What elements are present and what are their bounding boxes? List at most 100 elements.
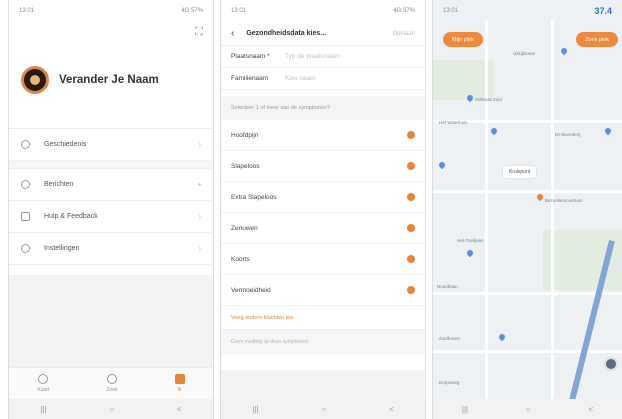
menu-item-label: Instellingen: [44, 245, 80, 252]
place-name-field[interactable]: Plaatsnaam * Typ de plaatsnaam: [221, 46, 425, 68]
selected-indicator-icon[interactable]: [407, 193, 415, 201]
profile-name[interactable]: Verander Je Naam: [59, 74, 159, 86]
field-placeholder[interactable]: Typ de plaatsnaam: [285, 53, 340, 60]
expand-icon[interactable]: ⛶: [195, 26, 203, 39]
search-place-button[interactable]: Zoek plek: [576, 32, 618, 47]
map-place-label: Dorpsweg: [439, 380, 460, 385]
status-bar: 13:01 4G 57%: [221, 0, 425, 22]
back-arrow-icon[interactable]: ‹: [231, 28, 234, 39]
menu-item-label: Hulp & Feedback: [44, 213, 98, 220]
profile-header[interactable]: Verander Je Naam: [9, 66, 213, 94]
map-tooltip[interactable]: Kruispunt: [503, 166, 537, 178]
my-location-button[interactable]: Mijn plek: [443, 32, 483, 47]
map-pin[interactable]: [603, 126, 613, 136]
menu-item-messages[interactable]: Berichten •: [9, 169, 213, 201]
profile-menu: Geschiedenis › Berichten • Hulp & Feedba…: [9, 128, 213, 265]
status-time: 13:01: [443, 8, 459, 14]
map-place-label: Noordlaan: [437, 284, 458, 289]
recents-button[interactable]: |||: [40, 405, 46, 414]
map-road: [433, 190, 622, 193]
family-name-field[interactable]: Familienaam Kies naam: [221, 68, 425, 90]
tab-map[interactable]: Kaart: [37, 374, 49, 393]
map-place-label: Het Waterhuis: [439, 120, 468, 125]
save-button[interactable]: Opslaan: [393, 31, 415, 37]
status-bar: 13:01 4G 57%: [9, 0, 213, 22]
tab-label: Kaart: [37, 387, 50, 393]
symptom-option[interactable]: Slapeloos: [221, 151, 425, 182]
search-icon: [106, 374, 117, 384]
symptom-option[interactable]: Koorts: [221, 244, 425, 275]
avatar[interactable]: [21, 66, 49, 94]
menu-divider: [9, 161, 213, 169]
symptom-option[interactable]: Vermoeidheid: [221, 275, 425, 306]
map-road: [485, 20, 488, 399]
field-label: Familienaam: [231, 75, 269, 82]
selected-indicator-icon[interactable]: [407, 162, 415, 170]
menu-item-label: Berichten: [44, 181, 74, 188]
tab-profile[interactable]: Ik: [174, 374, 185, 393]
map-road: [551, 20, 554, 399]
symptom-option[interactable]: Hoofdpijn: [221, 120, 425, 151]
status-bar: 13:01 37.4: [433, 0, 622, 22]
map-pin[interactable]: [489, 126, 499, 136]
field-placeholder[interactable]: Kies naam: [285, 75, 316, 82]
recents-button[interactable]: |||: [252, 405, 258, 414]
map-icon: [38, 374, 49, 384]
chevron-right-icon: ›: [198, 244, 201, 253]
status-icons: 37.4: [594, 6, 612, 16]
profile-screen: 13:01 4G 57% ⛶ Verander Je Naam Geschied…: [8, 0, 214, 419]
map-screen: Uitkijktoren Gebouw Zuid Het Waterhuis D…: [432, 0, 622, 419]
locate-me-button[interactable]: [604, 357, 618, 371]
symptom-option[interactable]: Extra Slapeloos: [221, 182, 425, 213]
status-icons: 4G 57%: [393, 8, 415, 14]
map-pin[interactable]: [437, 160, 447, 170]
map-place-label: Gebouw Zuid: [475, 97, 502, 102]
map-pin-selected[interactable]: [535, 192, 545, 202]
tab-search[interactable]: Zoek: [106, 374, 118, 393]
recents-button[interactable]: |||: [462, 405, 468, 414]
option-label: Vermoeidheid: [231, 286, 271, 294]
option-label: Hoofdpijn: [231, 131, 259, 139]
map-road: [433, 350, 622, 353]
map-canvas[interactable]: Uitkijktoren Gebouw Zuid Het Waterhuis D…: [433, 0, 622, 399]
back-button[interactable]: <: [588, 405, 593, 414]
map-park: [433, 60, 493, 100]
selected-indicator-icon[interactable]: [407, 255, 415, 263]
map-place-label: Uitkijktoren: [513, 51, 536, 56]
tab-label: Ik: [177, 387, 182, 393]
map-place-label: Het Paviljoen: [457, 238, 484, 243]
back-button[interactable]: <: [177, 405, 182, 414]
page-title: Gezondheidsdata kies...: [246, 30, 327, 37]
menu-item-history[interactable]: Geschiedenis ›: [9, 129, 213, 161]
profile-icon: [174, 374, 185, 384]
home-button[interactable]: ○: [321, 405, 326, 414]
map-pin[interactable]: [465, 248, 475, 258]
home-button[interactable]: ○: [526, 405, 531, 414]
selected-indicator-icon[interactable]: [407, 286, 415, 294]
status-time: 13:01: [231, 8, 247, 14]
empty-area: [221, 370, 425, 399]
symptom-option[interactable]: Zenuwen: [221, 213, 425, 244]
menu-item-help[interactable]: Hulp & Feedback ›: [9, 201, 213, 233]
home-button[interactable]: ○: [109, 405, 114, 414]
add-symptom-link[interactable]: Voeg andere klachten toe: [221, 306, 425, 330]
help-icon: [21, 212, 30, 221]
system-nav-bar: ||| ○ <: [433, 399, 622, 419]
selected-indicator-icon[interactable]: [407, 131, 415, 139]
map-pin[interactable]: [497, 332, 507, 342]
unread-badge: •: [198, 180, 201, 189]
empty-area: [9, 275, 213, 367]
section-question: Selecteer 1 of meer van de symptomen?: [221, 96, 425, 120]
bottom-tab-bar: Kaart Zoek Ik: [9, 367, 213, 399]
menu-item-settings[interactable]: Instellingen ›: [9, 233, 213, 265]
map-pin[interactable]: [559, 46, 569, 56]
back-button[interactable]: <: [389, 405, 394, 414]
system-nav-bar: ||| ○ <: [9, 399, 213, 419]
chevron-right-icon: ›: [198, 140, 201, 149]
chevron-right-icon: ›: [198, 212, 201, 221]
clock-icon: [21, 140, 30, 149]
field-label: Plaatsnaam *: [231, 53, 270, 60]
form-header: ‹ Gezondheidsdata kies... Opslaan: [221, 22, 425, 46]
selected-indicator-icon[interactable]: [407, 224, 415, 232]
menu-item-label: Geschiedenis: [44, 141, 87, 148]
